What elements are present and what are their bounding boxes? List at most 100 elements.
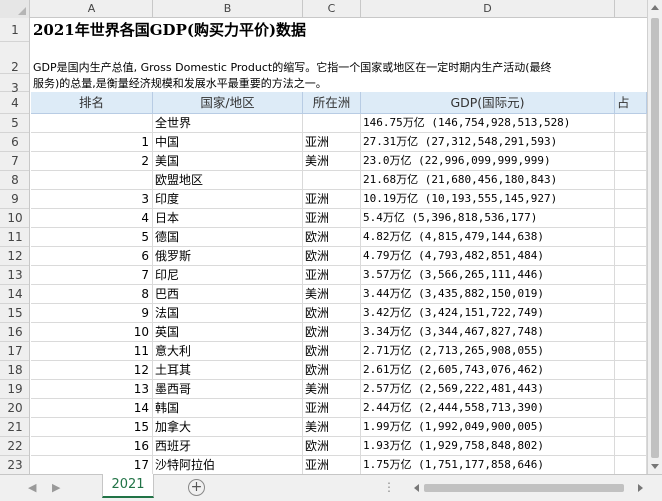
share-cell[interactable] [615,456,647,474]
share-cell[interactable] [615,285,647,304]
country-cell[interactable]: 欧盟地区 [153,171,303,190]
continent-cell[interactable] [303,171,361,190]
continent-cell[interactable]: 欧洲 [303,323,361,342]
vertical-scrollbar[interactable] [647,0,662,474]
next-sheet-icon[interactable]: ▶ [52,481,60,494]
country-cell[interactable]: 沙特阿拉伯 [153,456,303,474]
continent-cell[interactable]: 亚洲 [303,456,361,474]
horizontal-scrollbar[interactable] [410,481,647,495]
continent-cell[interactable]: 美洲 [303,380,361,399]
row-header[interactable]: 22 [0,437,29,456]
scroll-down-arrow-icon[interactable] [651,464,659,469]
share-cell[interactable] [615,418,647,437]
rank-cell[interactable] [31,114,153,133]
rank-cell[interactable]: 3 [31,190,153,209]
row-header[interactable]: 17 [0,342,29,361]
row-header[interactable]: 1 [0,18,29,42]
rank-cell[interactable]: 8 [31,285,153,304]
share-cell[interactable] [615,323,647,342]
gdp-cell[interactable]: 3.57万亿 (3,566,265,111,446) [361,266,615,285]
gdp-cell[interactable]: 146.75万亿 (146,754,928,513,528) [361,114,615,133]
country-cell[interactable]: 土耳其 [153,361,303,380]
country-cell[interactable]: 法国 [153,304,303,323]
country-cell[interactable]: 印度 [153,190,303,209]
rank-cell[interactable]: 7 [31,266,153,285]
continent-cell[interactable] [303,114,361,133]
row-header[interactable]: 11 [0,228,29,247]
row-header[interactable]: 4 [0,92,29,114]
share-cell[interactable] [615,228,647,247]
row-header[interactable]: 13 [0,266,29,285]
continent-cell[interactable]: 美洲 [303,152,361,171]
share-cell[interactable] [615,171,647,190]
column-header-e[interactable] [615,0,647,18]
gdp-cell[interactable]: 3.42万亿 (3,424,151,722,749) [361,304,615,323]
row-header[interactable]: 16 [0,323,29,342]
row-header[interactable]: 23 [0,456,29,474]
share-cell[interactable] [615,437,647,456]
share-cell[interactable] [615,304,647,323]
continent-cell[interactable]: 亚洲 [303,399,361,418]
country-cell[interactable]: 巴西 [153,285,303,304]
rank-cell[interactable]: 10 [31,323,153,342]
country-cell[interactable]: 美国 [153,152,303,171]
description-line-1[interactable]: GDP是国内生产总值, Gross Domestic Product的缩写。它指… [33,59,552,76]
header-rank[interactable]: 排名 [31,92,153,114]
row-header[interactable]: 9 [0,190,29,209]
column-header-a[interactable]: A [31,0,153,18]
continent-cell[interactable]: 欧洲 [303,361,361,380]
gdp-cell[interactable]: 23.0万亿 (22,996,099,999,999) [361,152,615,171]
country-cell[interactable]: 中国 [153,133,303,152]
share-cell[interactable] [615,247,647,266]
country-cell[interactable]: 全世界 [153,114,303,133]
gdp-cell[interactable]: 21.68万亿 (21,680,456,180,843) [361,171,615,190]
continent-cell[interactable]: 美洲 [303,418,361,437]
row-header[interactable]: 18 [0,361,29,380]
share-cell[interactable] [615,361,647,380]
column-header-d[interactable]: D [361,0,615,18]
scroll-left-arrow-icon[interactable] [414,484,419,492]
row-header[interactable]: 3 [0,74,29,95]
gdp-cell[interactable]: 10.19万亿 (10,193,555,145,927) [361,190,615,209]
rank-cell[interactable]: 17 [31,456,153,474]
share-cell[interactable] [615,266,647,285]
row-header[interactable]: 12 [0,247,29,266]
row-header[interactable]: 10 [0,209,29,228]
description-line-2[interactable]: 服务)的总量,是衡量经济规模和发展水平最重要的方法之一。 [33,75,327,92]
share-cell[interactable] [615,133,647,152]
country-cell[interactable]: 英国 [153,323,303,342]
header-continent[interactable]: 所在洲 [303,92,361,114]
scroll-right-arrow-icon[interactable] [638,484,643,492]
country-cell[interactable]: 意大利 [153,342,303,361]
rank-cell[interactable]: 13 [31,380,153,399]
rank-cell[interactable]: 12 [31,361,153,380]
gdp-cell[interactable]: 2.61万亿 (2,605,743,076,462) [361,361,615,380]
row-header[interactable]: 7 [0,152,29,171]
row-header[interactable]: 19 [0,380,29,399]
country-cell[interactable]: 墨西哥 [153,380,303,399]
continent-cell[interactable]: 欧洲 [303,437,361,456]
country-cell[interactable]: 俄罗斯 [153,247,303,266]
share-cell[interactable] [615,190,647,209]
row-header[interactable]: 6 [0,133,29,152]
row-header[interactable]: 20 [0,399,29,418]
rank-cell[interactable]: 6 [31,247,153,266]
header-share[interactable]: 占 [615,92,647,114]
rank-cell[interactable]: 5 [31,228,153,247]
continent-cell[interactable]: 亚洲 [303,209,361,228]
gdp-cell[interactable]: 2.71万亿 (2,713,265,908,055) [361,342,615,361]
sheet-title[interactable]: 2021年世界各国GDP(购买力平价)数据 [33,19,306,40]
country-cell[interactable]: 加拿大 [153,418,303,437]
country-cell[interactable]: 韩国 [153,399,303,418]
continent-cell[interactable]: 亚洲 [303,190,361,209]
gdp-cell[interactable]: 4.79万亿 (4,793,482,851,484) [361,247,615,266]
continent-cell[interactable]: 欧洲 [303,228,361,247]
rank-cell[interactable]: 9 [31,304,153,323]
column-header-c[interactable]: C [303,0,361,18]
row-header[interactable]: 5 [0,114,29,133]
gdp-cell[interactable]: 2.57万亿 (2,569,222,481,443) [361,380,615,399]
more-options-icon[interactable]: ⋮ [383,480,396,494]
rank-cell[interactable]: 4 [31,209,153,228]
horizontal-scroll-thumb[interactable] [424,484,624,492]
row-header[interactable]: 14 [0,285,29,304]
